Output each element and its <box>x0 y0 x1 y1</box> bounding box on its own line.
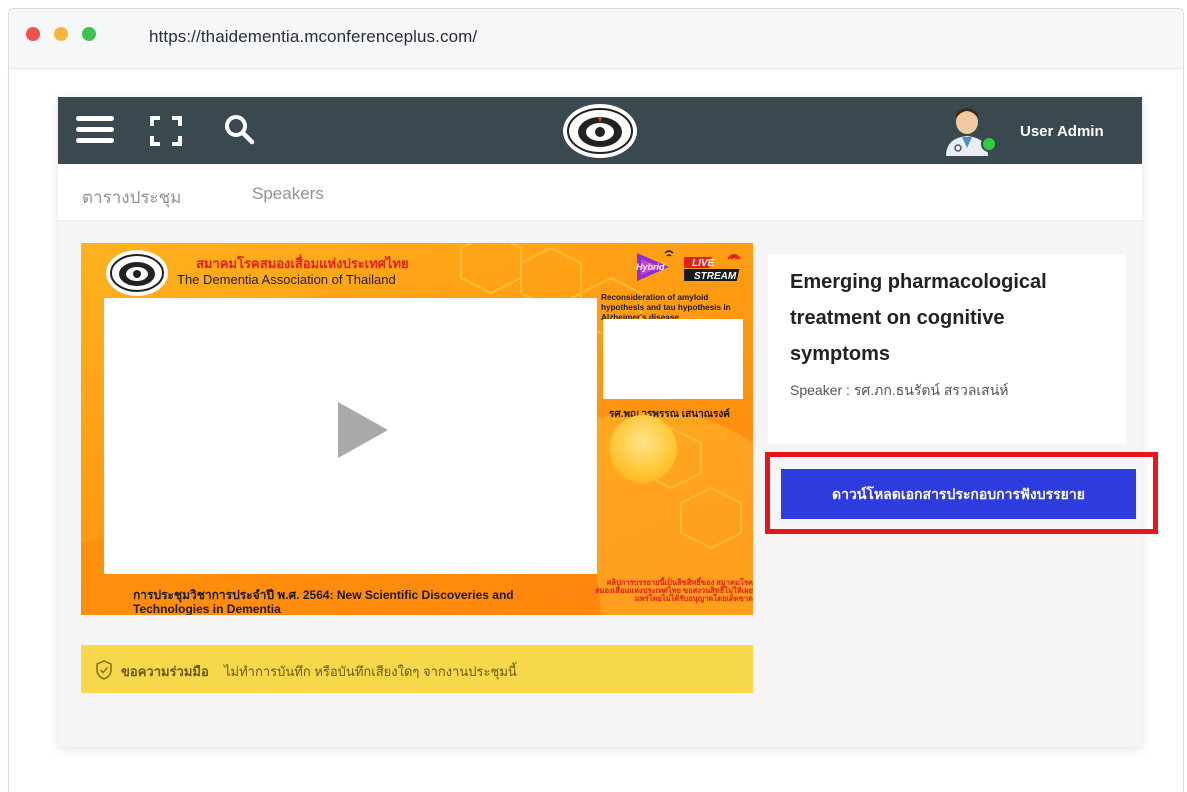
session-info-card: Emerging pharmacological treatment on co… <box>768 254 1126 444</box>
association-name-english: The Dementia Association of Thailand <box>177 272 396 287</box>
secondary-nav: ตารางประชุม Speakers <box>58 164 1142 221</box>
association-name-thai: สมาคมโรคสมองเสื่อมแห่งประเทศไทย <box>196 256 409 271</box>
top-header: User Admin <box>58 97 1142 164</box>
download-documents-button[interactable]: ดาวน์โหลดเอกสารประกอบการฟังบรรยาย <box>781 469 1136 519</box>
conference-title: การประชุมวิชาการประจำปี พ.ศ. 2564: New S… <box>133 588 514 615</box>
video-player[interactable] <box>104 298 597 574</box>
notice-heading: ขอความร่วมมือ <box>121 664 209 679</box>
browser-toolbar: https://thaidementia.mconferenceplus.com… <box>9 9 1183 69</box>
live-label: LIVE <box>692 258 715 269</box>
hybrid-label: Hybrid <box>636 262 665 272</box>
live-stream-icon: LIVE STREAM <box>684 254 741 282</box>
recording-notice: ขอความร่วมมือ ไม่ทำการบันทึก หรือบันทึกเ… <box>81 645 753 693</box>
browser-window: https://thaidementia.mconferenceplus.com… <box>8 8 1184 792</box>
search-icon[interactable] <box>223 113 255 145</box>
play-icon[interactable] <box>336 400 390 460</box>
stream-label: STREAM <box>694 271 737 282</box>
copyright-note: คลิปการบรรยายนี้เป็นลิขสิทธิ์ของ สมาคมโร… <box>595 578 753 603</box>
tab-speakers[interactable]: Speakers <box>252 184 324 204</box>
session-speaker: Speaker : รศ.ภก.ธนรัตน์ สรวลเสน่ห์ <box>790 382 1009 398</box>
association-logo-icon[interactable] <box>561 103 639 159</box>
address-bar[interactable]: https://thaidementia.mconferenceplus.com… <box>149 27 477 47</box>
hybrid-icon: Hybrid <box>636 250 674 281</box>
minimize-window-button[interactable] <box>54 27 68 41</box>
conference-page: User Admin ตารางประชุม Speakers สมาคมโรค… <box>58 97 1158 747</box>
expand-icon[interactable] <box>150 116 182 146</box>
session-title: Emerging pharmacological treatment on co… <box>790 271 1047 365</box>
shield-check-icon <box>96 660 112 680</box>
maximize-window-button[interactable] <box>82 27 96 41</box>
hamburger-icon[interactable] <box>76 114 114 146</box>
tab-schedule[interactable]: ตารางประชุม <box>82 184 181 211</box>
notice-text: ไม่ทำการบันทึก หรือบันทึกเสียงใดๆ จากงาน… <box>224 664 517 679</box>
association-logo-icon <box>106 250 168 296</box>
video-banner: สมาคมโรคสมองเสื่อมแห่งประเทศไทย The Deme… <box>81 243 753 615</box>
decorative-sun <box>609 415 677 483</box>
speaker-photo <box>603 319 743 399</box>
doctor-avatar-icon[interactable] <box>942 104 1000 156</box>
user-name[interactable]: User Admin <box>1020 123 1104 140</box>
close-window-button[interactable] <box>26 27 40 41</box>
